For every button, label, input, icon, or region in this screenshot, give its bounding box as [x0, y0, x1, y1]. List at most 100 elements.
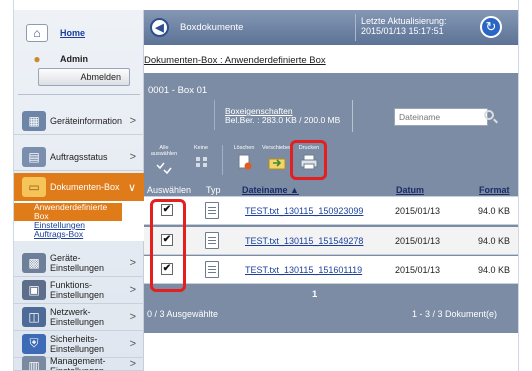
print-highlight	[290, 140, 327, 180]
file-size: 94.0 KB	[478, 206, 511, 216]
menu-label: Auftragsstatus	[50, 151, 108, 162]
menu-management-settings[interactable]: ▥ Management- Einstellungen >	[14, 356, 144, 371]
chevron-down-icon: ∨	[127, 182, 136, 194]
last-update: Letzte Aktualisierung: 2015/01/13 15:17:…	[361, 16, 447, 36]
menu-device-settings[interactable]: ▩ Geräte- Einstellungen >	[14, 249, 144, 277]
home-icon: ⌂	[26, 24, 48, 42]
select-all-label: Alle auswählen	[150, 145, 178, 157]
job-status-icon: ▤	[22, 146, 46, 167]
last-update-value: 2015/01/13 15:17:51	[361, 26, 444, 36]
last-update-label: Letzte Aktualisierung:	[361, 16, 447, 26]
grid-icon	[196, 157, 207, 167]
network-settings-icon: ◫	[22, 306, 46, 327]
menu-label: Netzwerk- Einstellungen	[50, 306, 105, 327]
selection-count: 0 / 3 Ausgewählte	[147, 309, 219, 319]
box-title: 0001 - Box 01	[148, 85, 208, 96]
chevron-right-icon: >	[129, 151, 136, 163]
page-title: Boxdokumente	[180, 22, 244, 33]
device-settings-icon: ▩	[22, 252, 46, 273]
check-all-icon	[156, 162, 172, 175]
text-document-icon	[205, 232, 219, 249]
sidebar-divider	[18, 94, 140, 95]
security-settings-icon: ⛨	[22, 333, 46, 354]
breadcrumb[interactable]: Dokumenten-Box : Anwenderdefinierte Box	[144, 55, 326, 66]
delete-label: Löschen	[233, 145, 255, 151]
user-label: Admin	[60, 54, 88, 64]
arrow-left-icon: ◀	[155, 22, 164, 34]
header-select: Auswählen	[147, 185, 192, 195]
back-button[interactable]: ◀	[150, 18, 169, 37]
menu-label: Dokumenten-Box	[50, 182, 120, 192]
select-none-button[interactable]: Keine	[193, 145, 209, 170]
box-properties: Boxeigenschaften Bel.Ber. : 283.0 KB / 2…	[225, 107, 340, 125]
menu-function-settings[interactable]: ▣ Funktions- Einstellungen >	[14, 276, 144, 304]
text-document-icon	[205, 261, 219, 278]
menu-label: Management- Einstellungen	[50, 356, 106, 371]
menu-label: Funktions- Einstellungen	[50, 279, 105, 300]
home-link[interactable]: ⌂ Home	[26, 24, 156, 42]
function-settings-icon: ▣	[22, 279, 46, 300]
menu-label: Geräteinformation	[50, 115, 123, 126]
chevron-right-icon: >	[129, 358, 136, 370]
menu-security-settings[interactable]: ⛨ Sicherheits- Einstellungen >	[14, 330, 144, 358]
chevron-right-icon: >	[129, 338, 136, 350]
menu-job-status[interactable]: ▤ Auftragsstatus >	[14, 143, 144, 171]
current-page[interactable]: 1	[312, 289, 317, 300]
file-size: 94.0 KB	[478, 236, 511, 246]
table-row[interactable]: ✔ TEST.txt_130115_150923099 2015/01/13 9…	[144, 197, 518, 225]
logout-button[interactable]: Abmelden	[38, 68, 130, 86]
props-separator-right	[352, 100, 353, 132]
checkbox-highlight	[150, 199, 186, 292]
chevron-right-icon: >	[129, 284, 136, 296]
menu-label: Geräte- Einstellungen	[50, 252, 105, 273]
chevron-right-icon: >	[129, 115, 136, 127]
select-all-button[interactable]: Alle auswählen	[146, 145, 182, 176]
menu-document-box[interactable]: ▭ Dokumenten-Box ∨	[14, 173, 144, 201]
file-name-link[interactable]: TEST.txt_130115_151549278	[245, 236, 363, 246]
refresh-button[interactable]: ↻	[480, 16, 502, 38]
refresh-icon: ↻	[485, 19, 497, 34]
file-date: 2015/01/13	[395, 206, 441, 216]
move-folder-icon	[268, 158, 286, 170]
chevron-right-icon: >	[129, 311, 136, 323]
submenu-item-custom-box[interactable]: Anwenderdefinierte Box	[14, 203, 122, 221]
device-info-icon: ▦	[22, 110, 46, 131]
menu-device-info[interactable]: ▦ Geräteinformation >	[14, 107, 144, 135]
header-format-sort[interactable]: Format	[479, 185, 510, 195]
left-frame-border	[0, 0, 14, 371]
select-none-label: Keine	[193, 145, 209, 151]
table-header: Auswählen Typ Dateiname ▲ Datum Format	[144, 182, 518, 196]
file-size: 94.0 KB	[478, 265, 511, 275]
text-document-icon	[205, 202, 219, 219]
submenu-item-job-box[interactable]: Auftrags-Box	[34, 230, 144, 239]
file-name-link[interactable]: TEST.txt_130115_151601119	[245, 265, 362, 275]
header-filename-sort[interactable]: Dateiname ▲	[242, 185, 299, 195]
file-date: 2015/01/13	[395, 236, 441, 246]
props-separator-left	[214, 100, 215, 130]
top-bar: ◀ Boxdokumente Letzte Aktualisierung: 20…	[144, 10, 518, 45]
search-icon[interactable]	[484, 110, 494, 120]
move-button[interactable]: Verschieben	[262, 145, 292, 170]
user-icon: ●	[33, 52, 41, 66]
file-name-link[interactable]: TEST.txt_130115_150923099	[245, 206, 363, 216]
right-frame-border	[518, 0, 532, 371]
document-range: 1 - 3 / 3 Dokument(e)	[412, 309, 498, 319]
table-row[interactable]: ✔ TEST.txt_130115_151601119 2015/01/13 9…	[144, 256, 518, 284]
filename-search-input[interactable]	[394, 108, 488, 126]
header-date-sort[interactable]: Datum	[396, 185, 424, 195]
home-label[interactable]: Home	[60, 28, 85, 38]
menu-label: Sicherheits- Einstellungen	[50, 333, 105, 354]
table-row[interactable]: ✔ TEST.txt_130115_151549278 2015/01/13 9…	[144, 227, 518, 255]
file-date: 2015/01/13	[395, 265, 441, 275]
chevron-right-icon: >	[129, 257, 136, 269]
delete-button[interactable]: Löschen	[232, 145, 256, 170]
move-label: Verschieben	[262, 145, 293, 151]
box-usage: Bel.Ber. : 283.0 KB / 200.0 MB	[225, 115, 341, 125]
header-type: Typ	[206, 185, 221, 195]
user-info: ● Admin	[26, 50, 156, 68]
toolbar-separator	[222, 145, 223, 175]
top-bar-separator	[355, 14, 356, 41]
menu-network-settings[interactable]: ◫ Netzwerk- Einstellungen >	[14, 303, 144, 331]
delete-icon	[238, 154, 252, 170]
document-box-icon: ▭	[22, 177, 46, 197]
